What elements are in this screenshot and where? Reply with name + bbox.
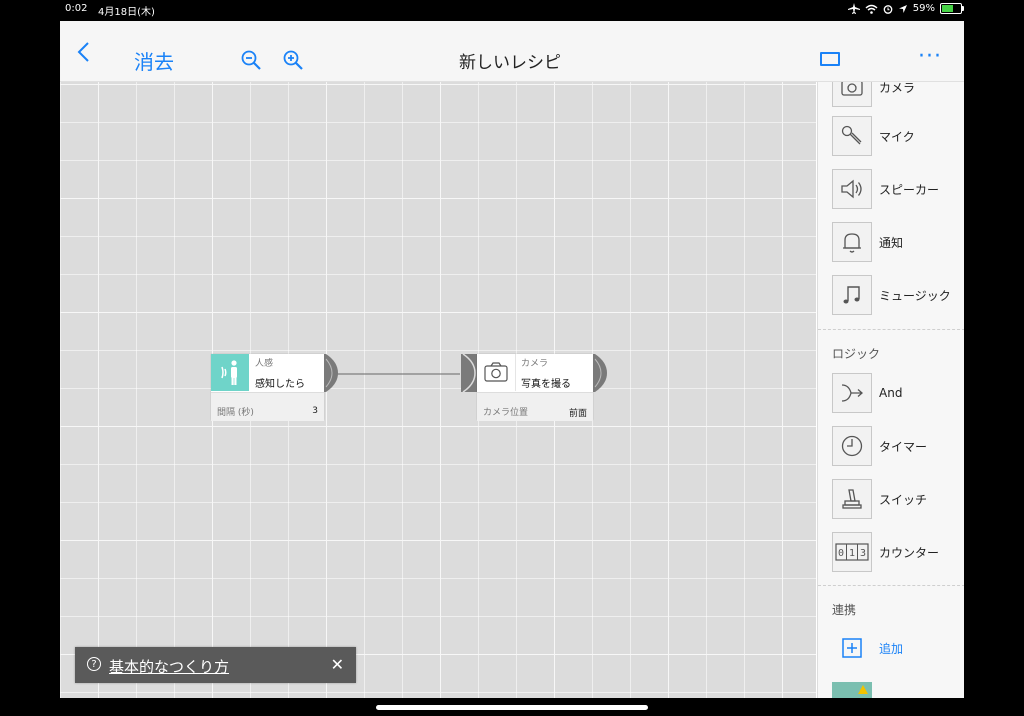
help-bar: ? 基本的なつくり方 ✕ xyxy=(75,647,356,683)
block-parameter[interactable]: 間隔 (秒) 3 xyxy=(211,392,324,421)
status-date: 4月18日(木) xyxy=(98,7,155,18)
sidebar-item-counter[interactable]: 013 カウンター xyxy=(832,531,939,573)
alarm-icon xyxy=(883,4,893,14)
app-screen: 消去 新しいレシピ ··· 人感 感知したら 間隔 (秒) 3 カメラ 写真を撮… xyxy=(60,21,964,698)
sidebar-item-label: スピーカー xyxy=(879,182,940,197)
parameter-value: 3 xyxy=(312,406,318,416)
block-category: 人感 xyxy=(255,359,274,369)
block-category: カメラ xyxy=(521,359,549,369)
home-indicator[interactable] xyxy=(376,705,648,710)
parameter-value: 前面 xyxy=(568,409,587,419)
section-divider xyxy=(818,585,964,586)
sidebar-item-camera[interactable]: カメラ xyxy=(832,82,915,108)
sidebar-item-label: マイク xyxy=(879,129,915,144)
page-title: 新しいレシピ xyxy=(459,53,561,73)
svg-text:3: 3 xyxy=(860,548,866,559)
block-action: 感知したら xyxy=(255,379,305,390)
basic-guide-link[interactable]: 基本的なつくり方 xyxy=(109,656,229,677)
bell-icon xyxy=(832,222,872,262)
output-connector[interactable] xyxy=(593,354,607,392)
connection-line xyxy=(332,373,460,375)
sidebar-item-label: スイッチ xyxy=(879,492,928,507)
input-connector[interactable] xyxy=(461,354,477,392)
status-indicators: 59% xyxy=(847,3,964,14)
sidebar-item-microphone[interactable]: マイク xyxy=(832,115,915,157)
block-parameter[interactable]: カメラ位置 前面 xyxy=(477,392,593,421)
add-label: 追加 xyxy=(879,641,904,656)
delete-button[interactable]: 消去 xyxy=(134,46,174,75)
location-icon xyxy=(898,4,907,13)
sidebar-toggle-icon[interactable] xyxy=(820,52,840,66)
sidebar-item-label: ミュージック xyxy=(879,288,951,303)
sidebar-item-timer[interactable]: タイマー xyxy=(832,425,927,467)
sidebar-item-label: 通知 xyxy=(879,235,904,250)
wifi-icon xyxy=(865,4,878,14)
battery-percent: 59% xyxy=(912,3,935,14)
zoom-in-icon[interactable] xyxy=(282,49,304,71)
parameter-label: カメラ位置 xyxy=(483,408,529,418)
block-action: 写真を撮る xyxy=(521,379,571,390)
battery-icon xyxy=(940,3,964,14)
camera-icon xyxy=(832,82,872,107)
sidebar-item-label: カウンター xyxy=(879,545,940,560)
navigation-bar: 消去 新しいレシピ ··· xyxy=(60,21,964,82)
more-button[interactable]: ··· xyxy=(918,46,948,68)
svg-text:0: 0 xyxy=(838,548,844,559)
section-header-integration: 連携 xyxy=(832,603,857,617)
section-divider xyxy=(818,329,964,330)
switch-icon xyxy=(832,479,872,519)
speaker-icon xyxy=(832,169,872,209)
sidebar-item-music[interactable]: ミュージック xyxy=(832,274,951,316)
sidebar-item-label: タイマー xyxy=(879,439,928,454)
recipe-canvas[interactable]: 人感 感知したら 間隔 (秒) 3 カメラ 写真を撮る カメラ位置 前面 ? 基… xyxy=(60,82,816,698)
section-header-logic: ロジック xyxy=(832,347,881,361)
sidebar-item-notification[interactable]: 通知 xyxy=(832,221,903,263)
camera-block[interactable]: カメラ 写真を撮る カメラ位置 前面 xyxy=(477,354,593,421)
counter-icon: 013 xyxy=(832,532,872,572)
sidebar-item-and[interactable]: And xyxy=(832,372,902,414)
output-connector[interactable] xyxy=(324,354,338,392)
motion-sensor-icon xyxy=(211,354,249,391)
integration-app-icon[interactable] xyxy=(832,682,872,698)
sidebar-item-label: And xyxy=(879,386,903,400)
add-integration-button[interactable]: 追加 xyxy=(832,628,903,668)
parameter-label: 間隔 (秒) xyxy=(217,408,254,418)
music-note-icon xyxy=(832,275,872,315)
component-sidebar: カメラ マイク スピーカー 通知 ミュージック ロジック And タイマー スイ… xyxy=(817,82,964,698)
svg-text:1: 1 xyxy=(849,548,855,559)
zoom-out-icon[interactable] xyxy=(240,49,262,71)
back-chevron-icon[interactable] xyxy=(74,41,94,63)
timer-icon xyxy=(832,426,872,466)
sidebar-item-label: カメラ xyxy=(879,82,916,95)
airplane-icon xyxy=(847,3,860,14)
close-icon[interactable]: ✕ xyxy=(331,655,344,674)
camera-icon xyxy=(477,354,516,391)
microphone-icon xyxy=(832,116,872,156)
sidebar-item-speaker[interactable]: スピーカー xyxy=(832,168,939,210)
sidebar-item-switch[interactable]: スイッチ xyxy=(832,478,927,520)
plus-icon xyxy=(832,628,872,668)
motion-sensor-block[interactable]: 人感 感知したら 間隔 (秒) 3 xyxy=(211,354,324,421)
status-time: 0:02 xyxy=(65,3,88,14)
status-bar: 0:02 4月18日(木) 59% xyxy=(0,0,1024,20)
help-icon: ? xyxy=(87,657,101,671)
and-merge-icon xyxy=(832,373,872,413)
